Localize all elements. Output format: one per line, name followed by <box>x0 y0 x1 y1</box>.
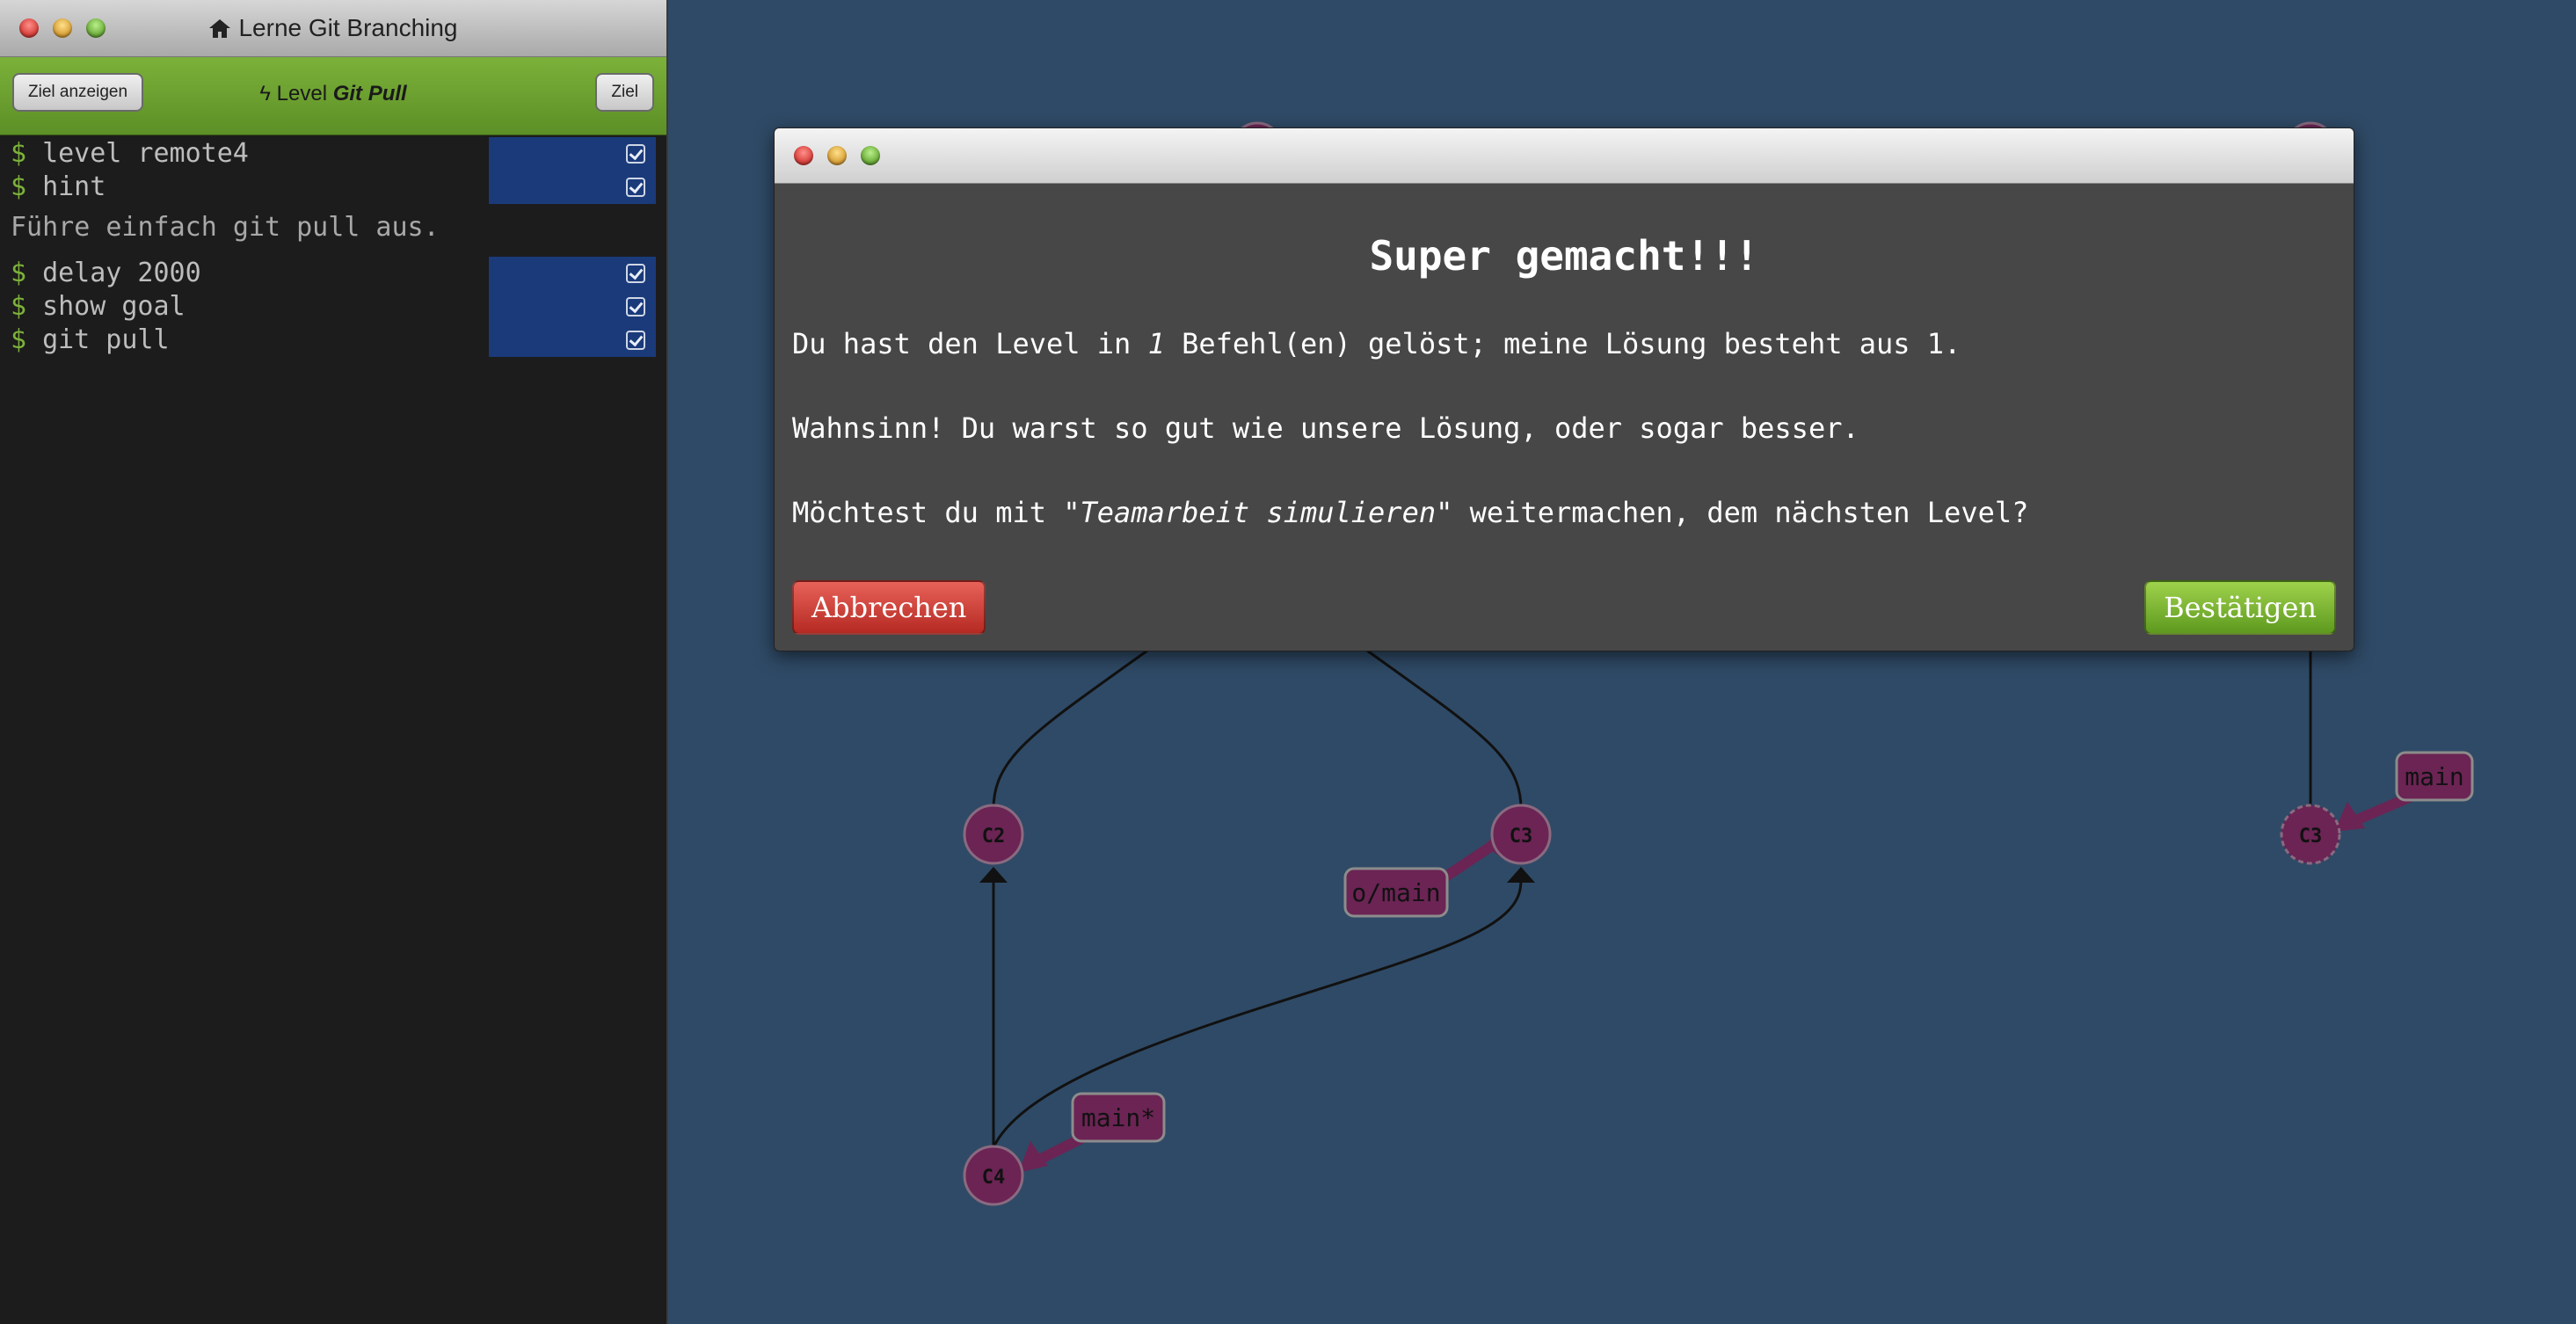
goal-button[interactable]: Ziel <box>595 73 654 112</box>
confirm-button[interactable]: Bestätigen <box>2144 580 2336 635</box>
cancel-button[interactable]: Abbrechen <box>792 580 986 635</box>
dialog-maximize-button[interactable] <box>861 146 880 165</box>
command-text: show goal <box>42 291 186 322</box>
level-name: Git Pull <box>332 82 407 105</box>
command-status <box>489 257 656 290</box>
checkbox-checked-icon <box>626 297 645 316</box>
dialog-titlebar <box>775 128 2354 184</box>
branch-main-star-label: main* <box>1081 1103 1155 1132</box>
level-complete-dialog: Super gemacht!!! Du hast den Level in 1 … <box>774 127 2354 651</box>
command-text: level remote4 <box>42 138 249 169</box>
command-text: hint <box>42 171 106 202</box>
level-toolbar: Ziel anzeigen ϟ Level Git Pull Ziel <box>0 57 666 135</box>
prompt-symbol: $ <box>11 171 27 202</box>
prompt-symbol: $ <box>11 258 27 288</box>
commit-c2-label: C2 <box>982 826 1006 848</box>
commit-c4-label: C4 <box>982 1167 1006 1189</box>
arrow-c3 <box>1507 867 1535 883</box>
command-status <box>489 137 656 171</box>
prompt-symbol: $ <box>11 291 27 322</box>
command-status <box>489 324 656 357</box>
bolt-icon: ϟ <box>259 82 271 105</box>
terminal-panel: Lerne Git Branching Ziel anzeigen ϟ Leve… <box>0 0 668 1324</box>
command-row: $ git pull <box>0 324 666 357</box>
dialog-close-button[interactable] <box>794 146 813 165</box>
commit-c3-label: C3 <box>1510 826 1533 848</box>
dialog-next-level-text: Möchtest du mit "Teamarbeit simulieren" … <box>792 496 2029 529</box>
dialog-minimize-button[interactable] <box>827 146 847 165</box>
arrow-c2 <box>979 867 1008 883</box>
home-icon <box>209 19 231 38</box>
next-level-name: Teamarbeit simulieren <box>1080 496 1437 529</box>
branch-o-main-label: o/main <box>1351 878 1440 907</box>
window-titlebar: Lerne Git Branching <box>0 0 666 57</box>
commit-goal-c3-label: C3 <box>2299 826 2323 848</box>
dialog-result-text: Du hast den Level in 1 Befehl(en) gelöst… <box>792 327 1961 360</box>
command-count: 1 <box>1147 327 1165 360</box>
edge-c1-c2 <box>992 649 1148 810</box>
branch-goal-main-label: main <box>2405 762 2463 791</box>
checkbox-checked-icon <box>626 264 645 283</box>
command-row: $ delay 2000 <box>0 257 666 290</box>
command-history: $ level remote4 $ hint Führe einfach git p… <box>0 137 666 357</box>
checkbox-checked-icon <box>626 178 645 197</box>
prompt-symbol: $ <box>11 138 27 169</box>
command-row: $ show goal <box>0 290 666 324</box>
hint-output: Führe einfach git pull aus. <box>11 212 440 243</box>
command-row: $ hint <box>0 171 666 204</box>
prompt-symbol: $ <box>11 324 27 355</box>
command-status <box>489 171 656 204</box>
checkbox-checked-icon <box>626 331 645 350</box>
branch-arrow-o-main <box>1438 840 1498 884</box>
window-title: Lerne Git Branching <box>238 14 458 41</box>
edge-c1-c3 <box>1366 649 1523 810</box>
command-status <box>489 290 656 324</box>
dialog-heading: Super gemacht!!! <box>1369 232 1759 280</box>
dialog-praise-text: Wahnsinn! Du warst so gut wie unsere Lös… <box>792 411 1859 445</box>
command-text: delay 2000 <box>42 258 201 288</box>
level-prefix: Level <box>276 82 328 105</box>
level-title: ϟ Level Git Pull <box>0 82 666 106</box>
command-text: git pull <box>42 324 170 355</box>
command-row: $ level remote4 <box>0 137 666 171</box>
checkbox-checked-icon <box>626 144 645 164</box>
